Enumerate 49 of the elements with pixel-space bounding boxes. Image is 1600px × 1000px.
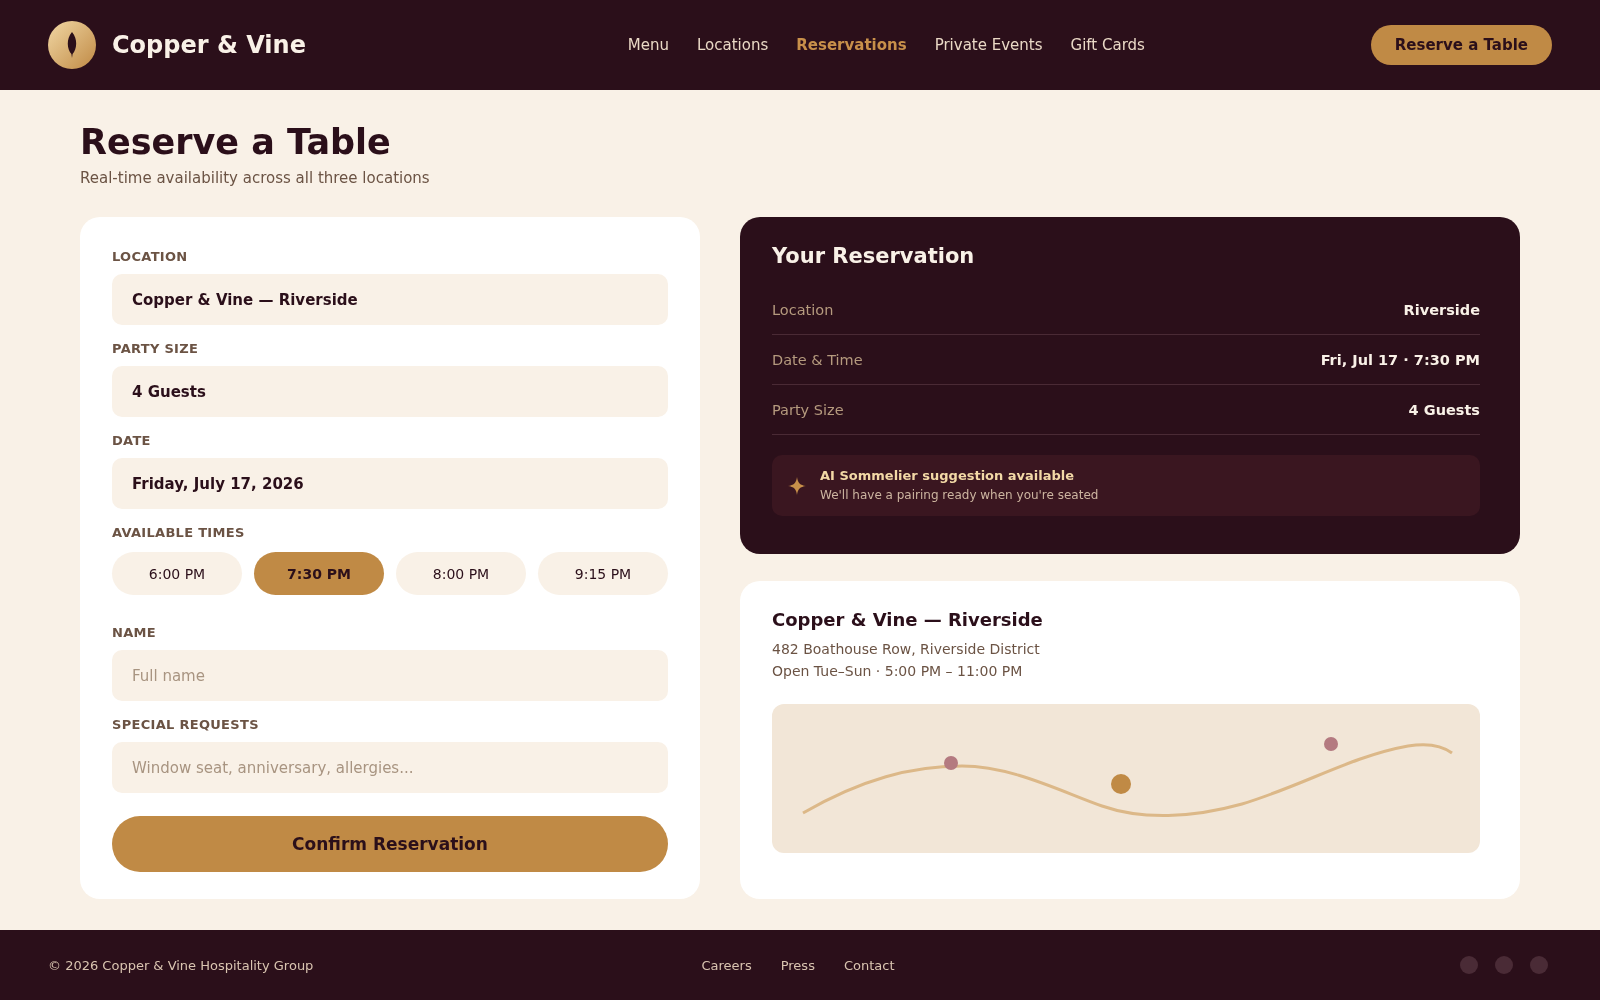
summary-label: Date & Time <box>772 351 863 368</box>
location-address: 482 Boathouse Row, Riverside District <box>772 640 1041 659</box>
time-slot-button[interactable]: 9:15 PM <box>538 552 668 595</box>
field-label: SPECIAL REQUESTS <box>112 717 260 733</box>
nav-link[interactable]: Reservations <box>796 36 907 54</box>
field-label: NAME <box>112 625 157 641</box>
select-field[interactable]: 4 Guests <box>112 366 668 417</box>
summary-value: 4 Guests <box>1408 401 1480 418</box>
summary-value: Fri, Jul 17 · 7:30 PM <box>1320 351 1480 368</box>
footer-link[interactable]: Contact <box>843 957 895 973</box>
footer-link[interactable]: Careers <box>701 957 752 973</box>
summary-label: Location <box>772 301 834 318</box>
circle-icon[interactable] <box>1460 956 1478 974</box>
circle-icon[interactable] <box>1495 956 1513 974</box>
confirm-button[interactable]: Confirm Reservation <box>112 816 668 872</box>
time-slot-button[interactable]: 7:30 PM <box>254 552 384 595</box>
select-field[interactable]: Copper & Vine — Riverside <box>112 274 668 325</box>
map-pin-icon[interactable] <box>1324 737 1338 751</box>
copyright-text: © 2026 Copper & Vine Hospitality Group <box>48 957 314 973</box>
summary-title: Your Reservation <box>772 243 976 269</box>
field-label: DATE <box>112 433 152 449</box>
select-field[interactable]: Friday, July 17, 2026 <box>112 458 668 509</box>
field-label: LOCATION <box>112 249 189 265</box>
location-hours: Open Tue–Sun · 5:00 PM – 11:00 PM <box>772 662 1024 681</box>
summary-label: Party Size <box>772 401 844 418</box>
circle-icon[interactable] <box>1530 956 1548 974</box>
location-name: Copper & Vine — Riverside <box>772 608 1044 632</box>
note-text: We'll have a pairing ready when you're seated <box>820 487 1099 504</box>
sparkle-icon <box>788 476 806 495</box>
page-title: Reserve a Table <box>80 121 392 164</box>
reserve-button[interactable]: Reserve a Table <box>1370 25 1552 65</box>
nav-link[interactable]: Locations <box>697 36 769 54</box>
nav-link[interactable]: Menu <box>627 36 670 54</box>
field-label: PARTY SIZE <box>112 341 200 357</box>
summary-value: Riverside <box>1403 301 1480 318</box>
note-title: AI Sommelier suggestion available <box>820 467 1076 485</box>
time-slot-button[interactable]: 6:00 PM <box>112 552 242 595</box>
brand-name: Copper & Vine <box>112 31 306 59</box>
leaf-logo-icon[interactable] <box>48 21 96 69</box>
page-subtitle: Real-time availability across all three locations <box>80 168 431 188</box>
footer-link[interactable]: Press <box>780 957 815 973</box>
field-label: AVAILABLE TIMES <box>112 525 246 541</box>
map-pin-icon[interactable] <box>944 756 958 770</box>
map-pin-icon[interactable] <box>1111 774 1131 794</box>
input-field[interactable]: Window seat, anniversary, allergies... <box>112 742 668 793</box>
input-field[interactable]: Full name <box>112 650 668 701</box>
time-slot-button[interactable]: 8:00 PM <box>396 552 526 595</box>
nav-link[interactable]: Gift Cards <box>1070 36 1145 54</box>
nav-link[interactable]: Private Events <box>934 36 1043 54</box>
